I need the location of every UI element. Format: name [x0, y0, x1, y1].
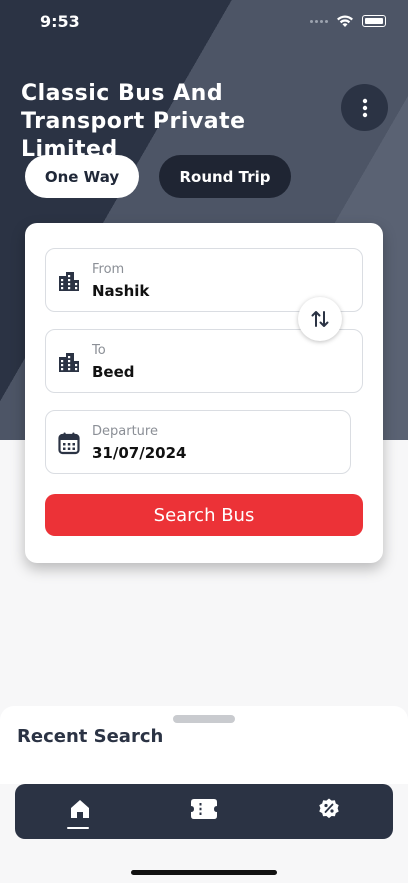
signal-icon — [310, 19, 328, 23]
trip-type-tabs: One Way Round Trip — [25, 155, 291, 198]
building-icon — [59, 272, 79, 291]
from-value: Nashik — [92, 282, 150, 300]
home-indicator — [131, 870, 277, 875]
tab-one-way[interactable]: One Way — [25, 155, 139, 198]
status-bar: 9:53 — [0, 0, 408, 44]
status-icons — [310, 14, 386, 28]
recent-search-sheet: Recent Search — [0, 706, 408, 784]
offer-icon — [319, 798, 339, 819]
nav-home[interactable] — [65, 794, 95, 824]
departure-label: Departure — [92, 424, 158, 439]
nav-tickets[interactable] — [189, 794, 219, 824]
status-time: 9:53 — [40, 12, 80, 31]
nav-offers[interactable] — [314, 794, 344, 824]
company-title: Classic Bus And Transport Private Limite… — [21, 81, 246, 162]
recent-search-title: Recent Search — [17, 726, 164, 747]
nav-home-active-indicator — [67, 827, 89, 829]
building-icon — [59, 353, 79, 372]
sheet-drag-handle[interactable] — [173, 715, 235, 723]
ticket-icon — [191, 799, 217, 819]
search-card: From Nashik To Beed Departure 31/07/2024 — [25, 223, 383, 563]
swap-vertical-icon — [311, 311, 329, 327]
home-icon — [71, 800, 89, 818]
search-bus-button[interactable]: Search Bus — [45, 494, 363, 536]
wifi-icon — [337, 15, 353, 27]
to-value: Beed — [92, 363, 135, 381]
calendar-icon — [58, 432, 80, 455]
more-vertical-icon — [362, 98, 367, 117]
departure-field[interactable]: Departure 31/07/2024 — [45, 410, 351, 474]
swap-locations-button[interactable] — [298, 297, 342, 341]
bottom-navigation — [15, 784, 393, 839]
from-label: From — [92, 262, 125, 277]
more-options-button[interactable] — [341, 84, 388, 131]
battery-icon — [362, 15, 386, 27]
to-label: To — [92, 343, 106, 358]
tab-round-trip[interactable]: Round Trip — [159, 155, 291, 198]
departure-value: 31/07/2024 — [92, 444, 187, 462]
